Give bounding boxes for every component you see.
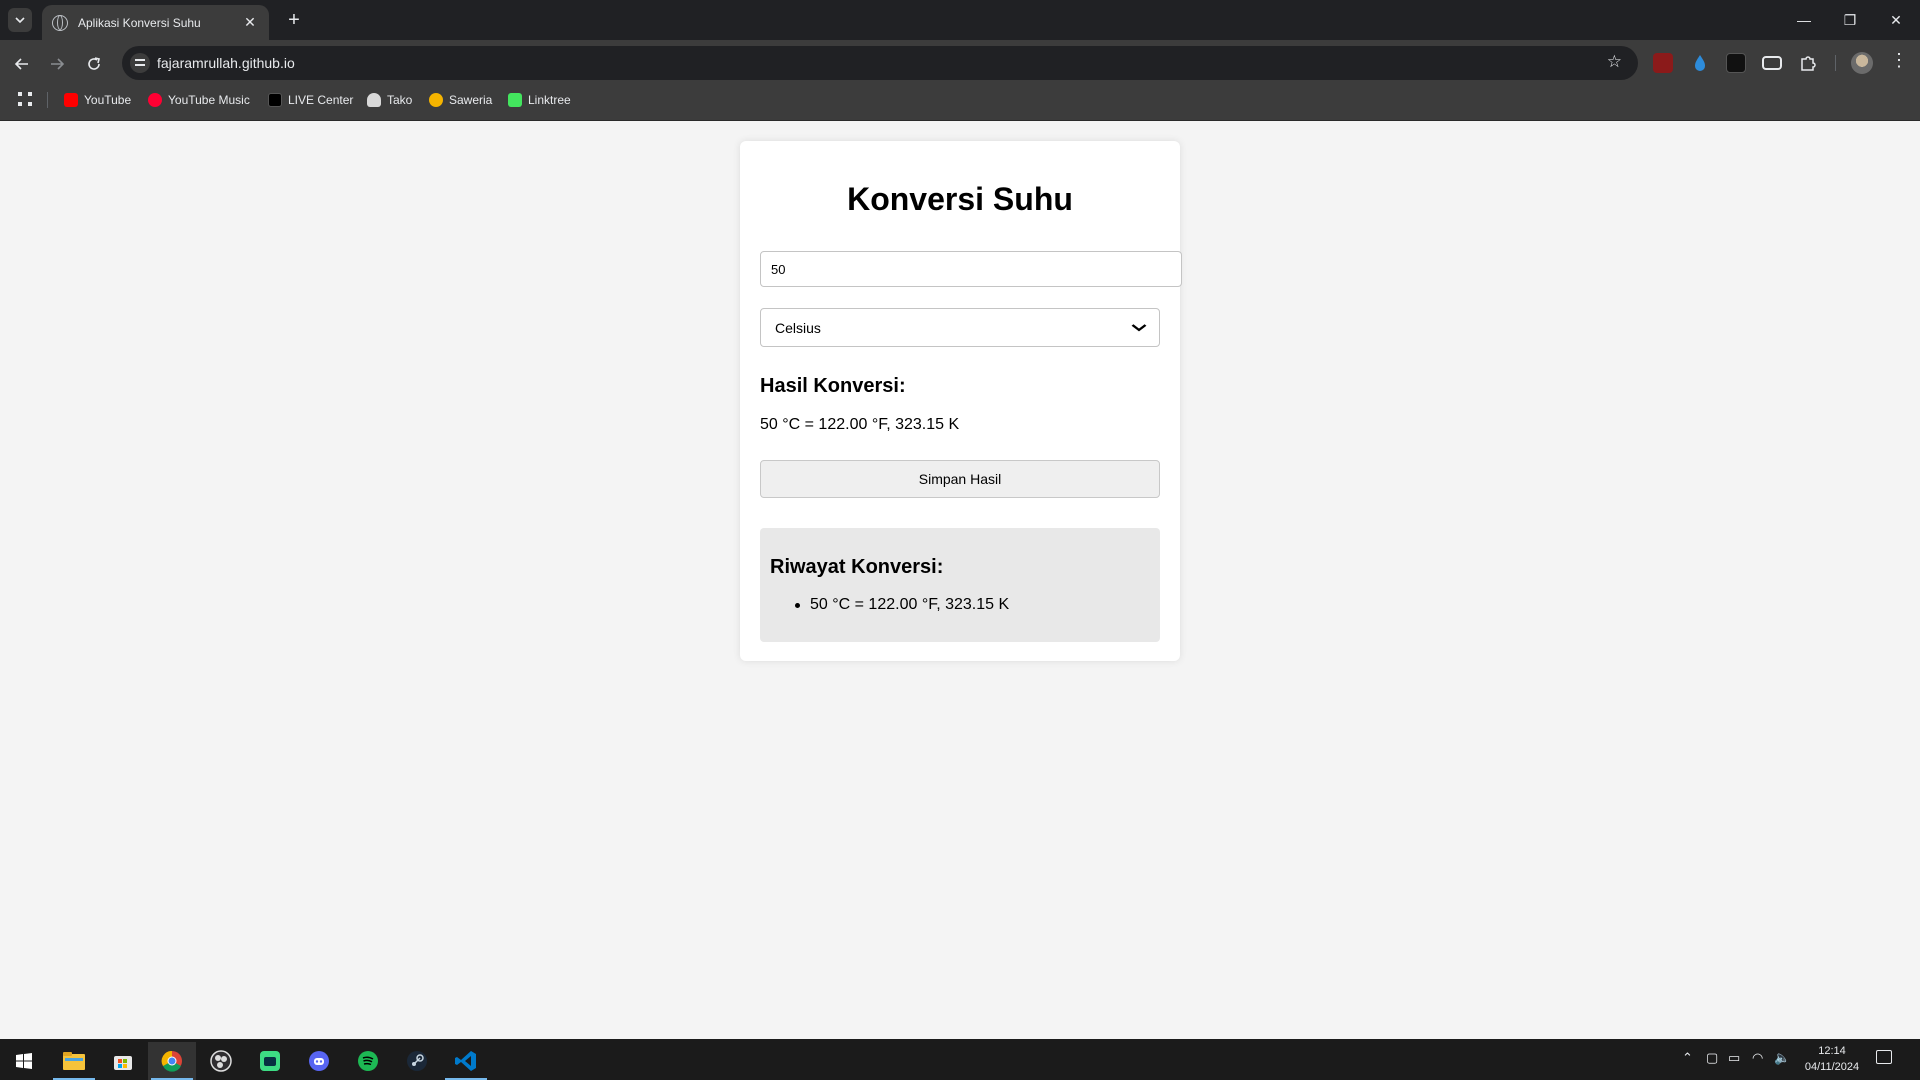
ublock-origin-icon[interactable]	[1653, 53, 1673, 73]
taskbar-obs[interactable]	[197, 1042, 245, 1080]
show-hidden-icons-icon[interactable]: ⌃	[1682, 1050, 1693, 1066]
file-explorer-icon	[63, 1052, 85, 1070]
history-item: 50 °C = 122.00 °F, 323.15 K	[794, 596, 1010, 613]
arrow-left-icon	[14, 58, 28, 70]
media-control-icon[interactable]	[1762, 56, 1782, 70]
chevron-down-icon	[1131, 323, 1147, 331]
tako-icon	[367, 93, 381, 107]
drop-extension-icon[interactable]	[1690, 53, 1710, 73]
clock-time: 12:14	[1818, 1045, 1846, 1057]
converter-card: Konversi Suhu Celsius Hasil Konversi: 50…	[740, 141, 1182, 661]
toolbar-divider	[1835, 55, 1836, 71]
taskbar-spotify[interactable]	[344, 1042, 392, 1080]
start-button[interactable]	[0, 1042, 48, 1080]
taskbar-discord[interactable]	[295, 1042, 343, 1080]
active-tab[interactable]: Aplikasi Konversi Suhu ✕	[42, 5, 269, 40]
linktree-icon	[508, 93, 522, 107]
vscode-icon	[455, 1051, 476, 1071]
saweria-icon	[429, 93, 443, 107]
bookmark-label: LIVE Center	[288, 93, 354, 107]
tab-search-button[interactable]	[8, 8, 32, 32]
reload-icon	[88, 57, 100, 70]
unit-select[interactable]: Celsius	[760, 308, 1160, 347]
globe-icon	[52, 14, 68, 31]
extension-icon[interactable]	[1726, 53, 1746, 73]
result-heading: Hasil Konversi:	[760, 375, 906, 397]
close-window-button[interactable]: ✕	[1873, 0, 1919, 40]
tiktok-icon	[268, 93, 282, 107]
unit-select-value: Celsius	[775, 319, 821, 336]
url-text: fajaramrullah.github.io	[157, 55, 295, 71]
bookmark-linktree[interactable]: Linktree	[508, 91, 571, 109]
chevron-down-icon	[15, 17, 25, 24]
address-bar[interactable]: fajaramrullah.github.io ☆	[122, 46, 1638, 80]
chrome-icon	[161, 1050, 182, 1072]
youtube-music-icon	[148, 93, 162, 107]
forward-button[interactable]	[43, 50, 71, 78]
taskbar-steam[interactable]	[393, 1042, 441, 1080]
bookmark-tako[interactable]: Tako	[367, 91, 412, 109]
bookmark-label: YouTube Music	[168, 93, 250, 107]
temperature-input[interactable]	[760, 251, 1182, 287]
microsoft-store-icon	[114, 1056, 132, 1070]
bookmark-label: Tako	[387, 93, 413, 107]
notification-icon[interactable]	[1876, 1050, 1892, 1064]
bookmark-star-icon[interactable]: ☆	[1607, 52, 1622, 72]
spotify-icon	[358, 1051, 378, 1071]
device-icon[interactable]: ▢	[1706, 1050, 1718, 1066]
tab-title: Aplikasi Konversi Suhu	[78, 15, 201, 30]
profile-avatar[interactable]	[1851, 52, 1873, 74]
history-panel: Riwayat Konversi: 50 °C = 122.00 °F, 323…	[760, 528, 1160, 642]
taskbar-android-studio[interactable]	[246, 1042, 294, 1080]
more-menu-icon[interactable]: ⋮	[1890, 50, 1908, 71]
taskbar-microsoft-store[interactable]	[99, 1042, 147, 1080]
wifi-icon[interactable]: ◠	[1752, 1050, 1763, 1066]
bookmark-label: Linktree	[528, 93, 571, 107]
tab-close-button[interactable]: ✕	[241, 14, 259, 31]
taskbar-file-explorer[interactable]	[50, 1042, 98, 1080]
clock-date: 04/11/2024	[1804, 1061, 1860, 1073]
new-tab-button[interactable]: +	[282, 8, 306, 32]
discord-icon	[309, 1051, 329, 1071]
bookmark-label: YouTube	[84, 93, 132, 107]
restore-button[interactable]: ❐	[1827, 0, 1873, 40]
history-heading: Riwayat Konversi:	[770, 556, 944, 578]
start-icon	[16, 1053, 32, 1069]
save-result-button[interactable]: Simpan Hasil	[760, 460, 1160, 498]
obs-icon	[210, 1050, 232, 1072]
arrow-right-icon	[51, 58, 65, 70]
bookmark-live-center[interactable]: LIVE Center	[268, 91, 353, 109]
bookmarks-divider	[47, 92, 48, 108]
extensions-puzzle-icon[interactable]	[1798, 53, 1818, 73]
bookmark-youtube[interactable]: YouTube	[64, 91, 131, 109]
android-studio-icon	[260, 1051, 280, 1071]
back-button[interactable]	[8, 50, 36, 78]
apps-grid-icon[interactable]	[18, 92, 32, 106]
taskbar-vscode[interactable]	[442, 1042, 490, 1080]
result-text: 50 °C = 122.00 °F, 323.15 K	[760, 416, 960, 433]
battery-icon[interactable]: ▭	[1728, 1050, 1740, 1066]
reload-button[interactable]	[80, 50, 108, 78]
history-list: 50 °C = 122.00 °F, 323.15 K	[794, 596, 1010, 614]
site-info-icon[interactable]	[130, 53, 150, 73]
bookmark-label: Saweria	[449, 93, 493, 107]
steam-icon	[407, 1051, 427, 1071]
minimize-button[interactable]: —	[1781, 0, 1827, 40]
page-title: Konversi Suhu	[847, 181, 1073, 217]
youtube-icon	[64, 93, 78, 107]
volume-muted-icon[interactable]: 🔈	[1774, 1050, 1790, 1066]
taskbar-clock[interactable]: 12:14 04/11/2024	[1796, 1043, 1868, 1075]
bookmark-youtube-music[interactable]: YouTube Music	[148, 91, 250, 109]
bookmark-saweria[interactable]: Saweria	[429, 91, 492, 109]
taskbar-chrome[interactable]	[148, 1042, 196, 1080]
